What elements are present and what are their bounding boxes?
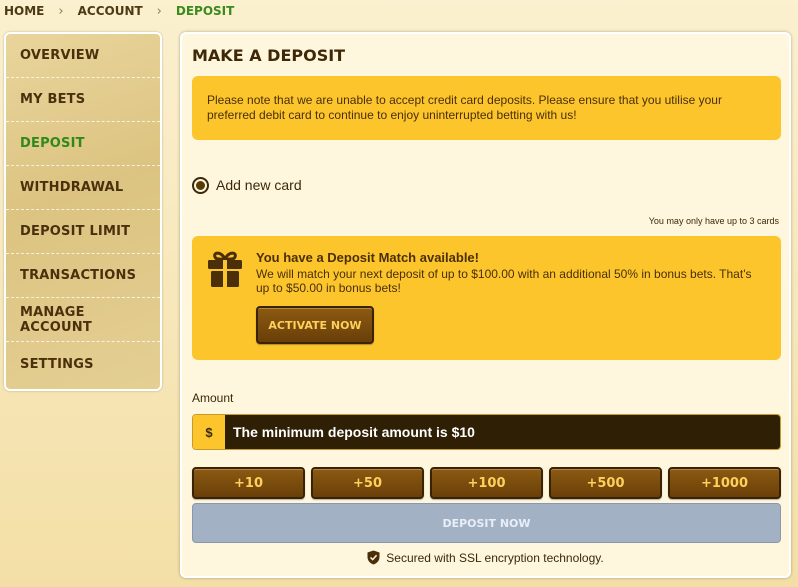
deposit-now-button[interactable]: DEPOSIT NOW bbox=[192, 503, 781, 543]
deposit-match-promo: You have a Deposit Match available! We w… bbox=[192, 236, 781, 360]
currency-symbol: $ bbox=[193, 415, 225, 449]
amount-label: Amount bbox=[192, 391, 234, 405]
deposit-panel: MAKE A DEPOSIT Please note that we are u… bbox=[180, 32, 791, 578]
page-title: MAKE A DEPOSIT bbox=[192, 46, 346, 65]
breadcrumb-account[interactable]: ACCOUNT bbox=[78, 4, 143, 18]
amount-field: $ bbox=[192, 414, 781, 450]
promo-text: We will match your next deposit of up to… bbox=[256, 267, 752, 295]
gift-icon bbox=[208, 251, 242, 287]
chevron-right-icon: › bbox=[156, 3, 162, 19]
radio-selected-dot bbox=[196, 180, 205, 190]
add-new-card-option[interactable]: Add new card bbox=[192, 176, 302, 194]
sidebar-item-settings[interactable]: SETTINGS bbox=[6, 342, 160, 386]
add-card-radio[interactable] bbox=[192, 176, 209, 194]
sidebar-item-manage-account[interactable]: MANAGE ACCOUNT bbox=[6, 298, 160, 342]
account-sidebar: OVERVIEW MY BETS DEPOSIT WITHDRAWAL DEPO… bbox=[4, 32, 162, 391]
breadcrumb: HOME › ACCOUNT › DEPOSIT bbox=[4, 3, 235, 19]
quick-amount-50-button[interactable]: +50 bbox=[311, 467, 424, 499]
breadcrumb-home[interactable]: HOME bbox=[4, 4, 44, 18]
quick-amount-100-button[interactable]: +100 bbox=[430, 467, 543, 499]
deposit-amount-input[interactable] bbox=[225, 415, 780, 449]
shield-check-icon bbox=[367, 550, 380, 565]
breadcrumb-deposit: DEPOSIT bbox=[175, 4, 235, 18]
notice-text: Please note that we are unable to accept… bbox=[207, 93, 722, 122]
quick-amount-10-button[interactable]: +10 bbox=[192, 467, 305, 499]
ssl-notice: Secured with SSL encryption technology. bbox=[182, 550, 789, 565]
activate-now-button[interactable]: ACTIVATE NOW bbox=[256, 306, 374, 344]
add-card-label: Add new card bbox=[216, 177, 302, 193]
credit-card-notice: Please note that we are unable to accept… bbox=[192, 76, 781, 140]
sidebar-item-overview[interactable]: OVERVIEW bbox=[6, 34, 160, 78]
card-limit-note: You may only have up to 3 cards bbox=[648, 216, 779, 226]
quick-amount-500-button[interactable]: +500 bbox=[549, 467, 662, 499]
sidebar-item-withdrawal[interactable]: WITHDRAWAL bbox=[6, 166, 160, 210]
sidebar-item-deposit-limit[interactable]: DEPOSIT LIMIT bbox=[6, 210, 160, 254]
ssl-text: Secured with SSL encryption technology. bbox=[386, 550, 604, 565]
sidebar-item-my-bets[interactable]: MY BETS bbox=[6, 78, 160, 122]
sidebar-item-deposit[interactable]: DEPOSIT bbox=[6, 122, 160, 166]
quick-amount-buttons: +10 +50 +100 +500 +1000 bbox=[192, 467, 781, 499]
promo-title: You have a Deposit Match available! bbox=[256, 250, 479, 265]
quick-amount-1000-button[interactable]: +1000 bbox=[668, 467, 781, 499]
sidebar-item-transactions[interactable]: TRANSACTIONS bbox=[6, 254, 160, 298]
chevron-right-icon: › bbox=[58, 3, 64, 19]
